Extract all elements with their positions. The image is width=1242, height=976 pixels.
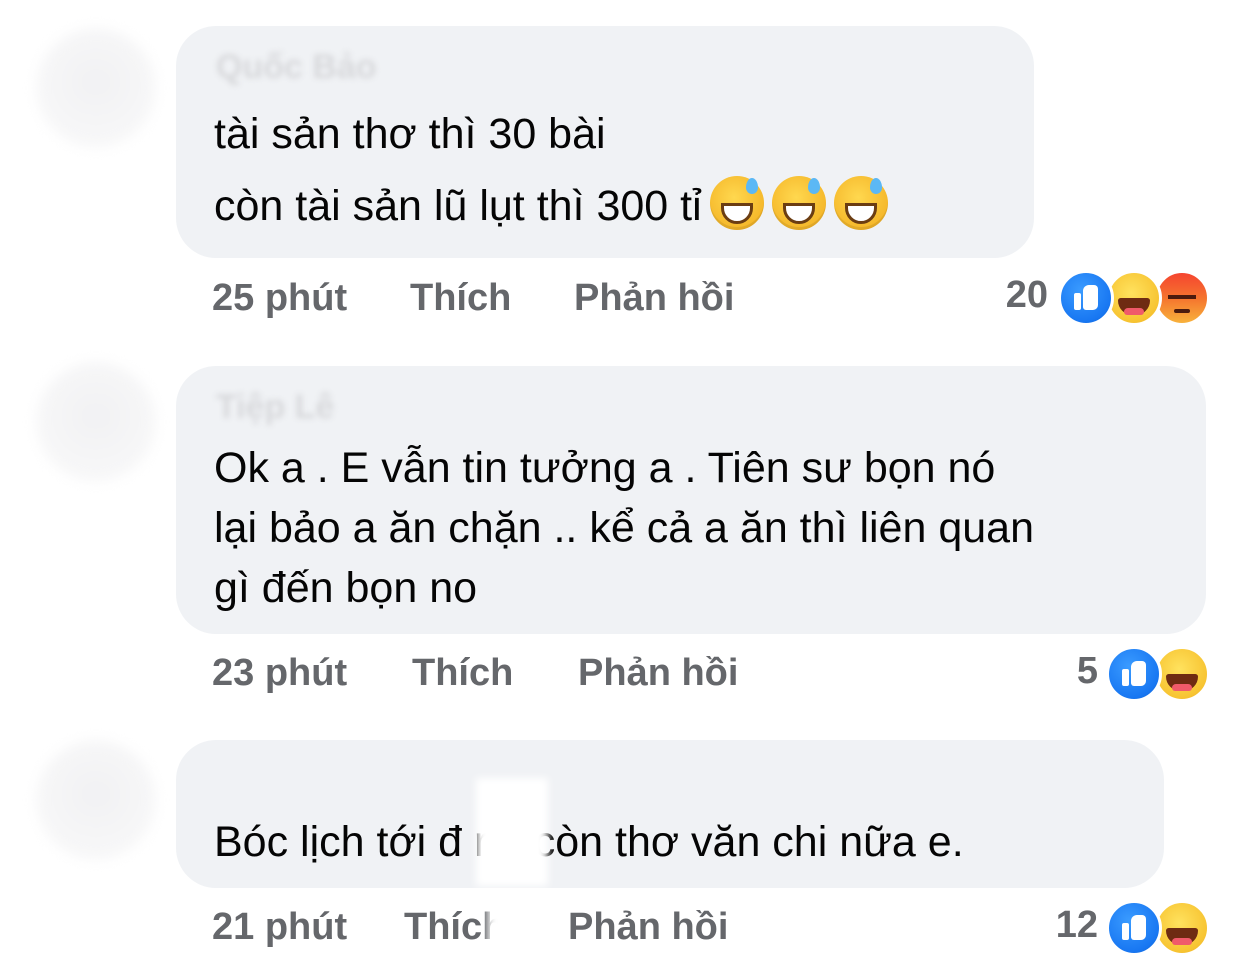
comment-line: Bóc lịch tới đ rồi còn thơ văn chi nữa e… xyxy=(214,818,964,866)
reply-button[interactable]: Phản hồi xyxy=(568,906,728,949)
comment-bubble: Bóc lịch tới đ rồi còn thơ văn chi nữa e… xyxy=(176,740,1164,888)
haha-reaction-icon xyxy=(1154,646,1210,702)
comment-text: Bóc lịch tới đ rồi còn thơ văn chi nữa e… xyxy=(214,812,964,872)
comment-timestamp[interactable]: 21 phút xyxy=(212,906,347,949)
like-reaction-icon xyxy=(1106,646,1162,702)
haha-reaction-icon xyxy=(1106,270,1162,326)
avatar[interactable] xyxy=(36,740,156,860)
comment-3: Bóc lịch tới đ rồi còn thơ văn chi nữa e… xyxy=(0,0,1242,976)
like-reaction-icon xyxy=(1106,900,1162,956)
redaction-overlay xyxy=(476,778,548,886)
redaction-overlay xyxy=(488,896,544,958)
angry-reaction-icon xyxy=(1154,270,1210,326)
like-reaction-icon xyxy=(1058,270,1114,326)
reaction-summary[interactable]: 12 xyxy=(1010,900,1220,956)
reaction-count: 12 xyxy=(1055,904,1098,946)
haha-reaction-icon xyxy=(1154,900,1210,956)
